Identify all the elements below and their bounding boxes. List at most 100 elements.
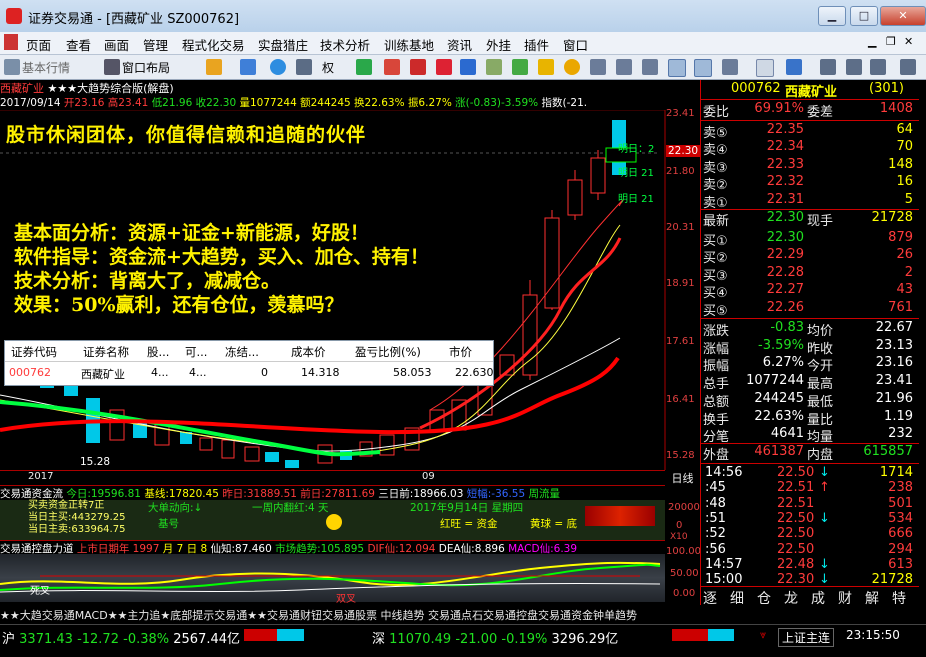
quote-tab[interactable]: 逐	[703, 588, 717, 608]
fund-flow-title: 交易通资金流	[0, 488, 63, 500]
minute-view-icon[interactable]	[694, 59, 712, 77]
buy-level: 买⑤ 22.26 761	[701, 299, 919, 319]
draw-line-icon[interactable]	[756, 59, 774, 77]
settings-icon[interactable]	[564, 59, 580, 75]
chart-type-icon[interactable]	[296, 59, 312, 75]
weicha-label: 委差	[807, 105, 834, 120]
expand-icon[interactable]	[900, 59, 916, 75]
quote-tab[interactable]: 仓	[757, 588, 771, 608]
refresh-icon[interactable]	[240, 59, 256, 75]
tick-price: 22.50	[777, 510, 815, 526]
window-layout-button[interactable]: 窗口布局	[122, 59, 170, 76]
warning-icon[interactable]	[538, 59, 554, 75]
connection-status[interactable]: 上证主连	[778, 628, 835, 647]
col-avail-header[interactable]: 可...	[185, 344, 207, 360]
close-button[interactable]: ✕	[880, 6, 926, 26]
menu-program-trading[interactable]: 程式化交易	[182, 35, 245, 54]
tag-icon[interactable]	[512, 59, 528, 75]
sh-label: 沪	[2, 632, 16, 647]
outer-value: 461387	[754, 444, 804, 459]
control-power-panel: 死叉 双叉	[0, 554, 665, 605]
menu-screen[interactable]: 画面	[104, 35, 129, 54]
sz-index[interactable]: 深 11070.49 -21.00 -0.19% 3296.29亿	[372, 628, 618, 647]
tick-arrow-icon: ↓	[819, 465, 830, 480]
favorite-icon[interactable]	[410, 59, 426, 75]
quote-tab[interactable]: 解	[865, 588, 879, 608]
menu-window[interactable]: 窗口	[563, 35, 588, 54]
fund-base2: 基号	[158, 518, 179, 530]
table-row[interactable]: 000762 西藏矿业 4... 4... 0 14.318 58.053 22…	[5, 362, 494, 381]
tools-icon[interactable]	[436, 59, 452, 75]
ohlc-vol: 量1077244	[239, 97, 297, 109]
row-label: 买③	[703, 268, 728, 284]
col-price-header[interactable]: 市价	[449, 344, 472, 360]
quote-tab[interactable]: 龙	[784, 588, 798, 608]
scroll-ticker[interactable]: ★★大趋交易通MACD★★主力追★底部提示交易通★★交易通财钮交易通股票 中线趋…	[0, 605, 700, 625]
sh-index[interactable]: 沪 3371.43 -12.72 -0.38% 2567.44亿	[2, 628, 240, 647]
overlay-line-4: 效果：50%赢利，还有仓位，羡慕吗？	[14, 294, 344, 316]
kline-view-icon[interactable]	[668, 59, 686, 77]
menu-news[interactable]: 资讯	[447, 35, 472, 54]
system-menu-icon[interactable]	[4, 34, 18, 50]
vol-scale-x10: X10	[670, 532, 688, 542]
col-cost-header[interactable]: 成本价	[291, 344, 326, 360]
window-icon[interactable]	[722, 59, 738, 75]
mdi-restore[interactable]: ❐	[886, 35, 896, 48]
menu-view[interactable]: 查看	[66, 35, 91, 54]
menu-hunt[interactable]: 实盘猎庄	[258, 35, 308, 54]
macd-dea: DEA仙:8.896	[438, 543, 505, 554]
basic-quotes-button[interactable]: 基本行情	[22, 59, 70, 76]
rect-icon[interactable]	[820, 59, 836, 75]
row-label: 换手	[703, 412, 730, 428]
col-code-header[interactable]: 证券代码	[11, 344, 57, 360]
period-label[interactable]: 日线	[665, 470, 700, 485]
maximize-button[interactable]: □	[850, 6, 878, 26]
row-value-2: 16	[896, 174, 913, 190]
menu-plugins-ext[interactable]: 外挂	[486, 35, 511, 54]
fund-flow-header: 交易通资金流 今日:19596.81 基线:17820.45 昨日:31889.…	[0, 485, 665, 500]
osc-label-100: 100.00	[666, 546, 701, 557]
filter-icon[interactable]	[460, 59, 476, 75]
col-pnl-header[interactable]: 盈亏比例(%)	[355, 344, 421, 360]
move-icon[interactable]	[270, 59, 286, 75]
menu-training[interactable]: 训练基地	[384, 35, 434, 54]
menu-page[interactable]: 页面	[26, 35, 51, 54]
row-label: 买⑤	[703, 303, 728, 319]
col-shares-header[interactable]: 股...	[147, 344, 169, 360]
minimize-button[interactable]: ▁	[818, 6, 846, 26]
overlay-line-2: 软件指导：资金流+大趋势，买入、加仓、持有！	[14, 246, 429, 268]
macd-day: 日 8	[186, 543, 208, 554]
text-icon[interactable]	[846, 59, 862, 75]
ohlc-turn: 换22.63%	[354, 97, 405, 109]
tick-time: :48	[705, 495, 726, 511]
ticker-text: ★★大趋交易通MACD★★主力追★底部提示交易通★★交易通财钮交易通股票 中线趋…	[0, 609, 637, 622]
tick-arrow-icon: ↓	[819, 510, 830, 526]
col-frozen-header[interactable]: 冻结...	[225, 344, 259, 360]
quote-tab[interactable]: 细	[730, 588, 744, 608]
pen-icon[interactable]	[786, 59, 802, 75]
quote-tab[interactable]: 成	[811, 588, 825, 608]
menu-manage[interactable]: 管理	[143, 35, 168, 54]
col-name-header[interactable]: 证券名称	[83, 344, 129, 360]
kline-chart-area[interactable]: 西藏矿业 ★★★大趋势综合版(解盘) 2017/09/14 开23.16 高23…	[0, 80, 701, 605]
rights-button[interactable]: 权	[322, 59, 334, 76]
row-value-2: 761	[888, 299, 913, 315]
y-axis-label: 16.41	[666, 394, 695, 405]
layout-icon[interactable]	[870, 59, 886, 75]
mdi-close[interactable]: ✕	[904, 35, 913, 48]
tick-time: 14:56	[705, 465, 743, 480]
folder-icon[interactable]	[206, 59, 222, 75]
quote-tab[interactable]: 财	[838, 588, 852, 608]
compare-icon[interactable]	[486, 59, 502, 75]
grid-icon[interactable]	[356, 59, 372, 75]
calc-icon[interactable]	[590, 59, 606, 75]
indicator-icon[interactable]	[384, 59, 400, 75]
table-icon[interactable]	[616, 59, 632, 75]
y-axis-label: 21.80	[666, 166, 695, 177]
menu-plugins[interactable]: 插件	[524, 35, 549, 54]
menu-tech-analysis[interactable]: 技术分析	[320, 35, 370, 54]
quote-tab[interactable]: 特	[892, 588, 906, 608]
list-icon[interactable]	[642, 59, 658, 75]
cell-shares: 4...	[151, 366, 169, 379]
mdi-minimize[interactable]: ▁	[868, 35, 876, 48]
